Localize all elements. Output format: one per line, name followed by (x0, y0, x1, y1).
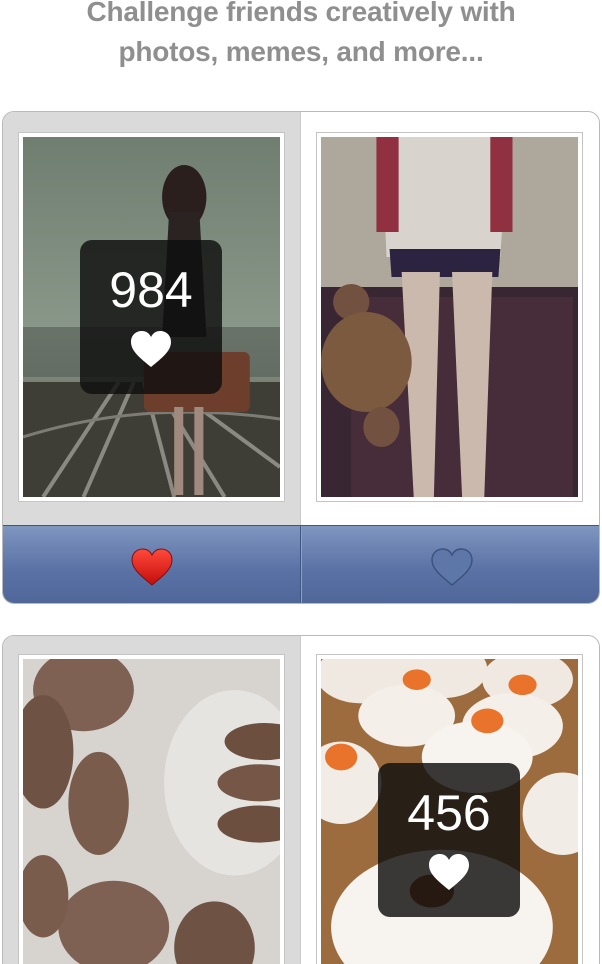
headline-line-2: photos, memes, and more... (118, 36, 484, 67)
vote-left-button[interactable] (3, 526, 301, 603)
photo-frame: 456 (316, 654, 583, 964)
girl-with-suitcase-on-railway-photo[interactable]: 984 (23, 137, 280, 497)
photo-frame (18, 654, 285, 964)
vote-count-badge: 984 (80, 240, 222, 394)
challenge-option-right[interactable] (301, 112, 599, 525)
heart-icon (429, 854, 469, 890)
vote-count-badge: 456 (378, 763, 520, 917)
photo-frame (316, 132, 583, 502)
heart-icon (131, 548, 173, 586)
challenge-card: 984 (2, 111, 600, 604)
girl-sitting-with-teddy-bear-photo[interactable] (321, 137, 578, 497)
chocolate-macarons-photo[interactable] (23, 659, 280, 964)
vote-count: 984 (109, 262, 193, 318)
challenge-option-left[interactable] (3, 636, 301, 964)
pumpkin-cupcakes-photo[interactable]: 456 (321, 659, 578, 964)
heart-outline-icon (431, 548, 473, 586)
challenge-option-left[interactable]: 984 (3, 112, 301, 525)
vote-right-button[interactable] (301, 526, 599, 603)
headline-line-1: Challenge friends creatively with (86, 0, 516, 27)
challenge-card: 456 (2, 635, 600, 964)
vote-count: 456 (407, 785, 491, 841)
vote-bar (3, 525, 599, 603)
photo-frame: 984 (18, 132, 285, 502)
heart-icon (131, 331, 171, 367)
challenge-option-right[interactable]: 456 (301, 636, 599, 964)
